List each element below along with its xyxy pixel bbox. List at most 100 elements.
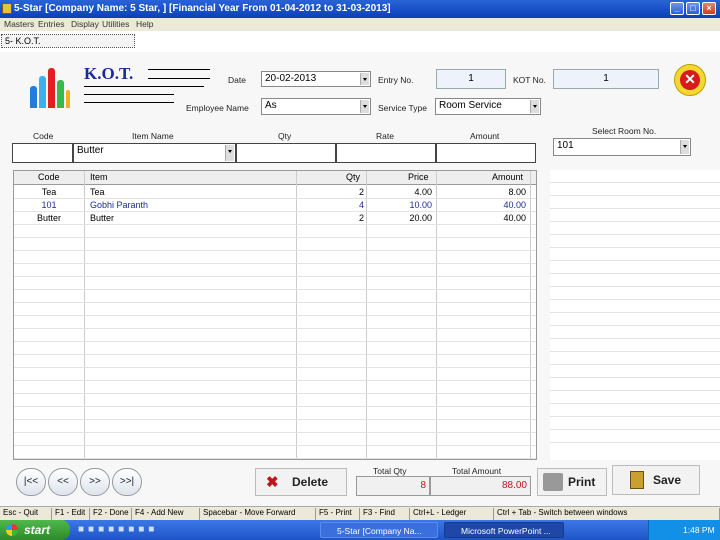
list-item[interactable] xyxy=(550,170,720,183)
clock: 1:48 PM xyxy=(683,525,715,535)
table-row[interactable] xyxy=(14,303,536,316)
list-item[interactable] xyxy=(550,339,720,352)
room-list-pane[interactable] xyxy=(550,170,720,460)
item-name-select[interactable]: Butter xyxy=(73,143,236,163)
list-item[interactable] xyxy=(550,430,720,443)
rate-input[interactable] xyxy=(336,143,436,163)
service-type-select[interactable]: Room Service xyxy=(435,98,541,115)
list-item[interactable] xyxy=(550,326,720,339)
code-input[interactable] xyxy=(12,143,73,163)
delete-button[interactable]: ✖ Delete xyxy=(255,468,347,496)
table-row[interactable] xyxy=(14,355,536,368)
table-row[interactable] xyxy=(14,225,536,238)
list-item[interactable] xyxy=(550,274,720,287)
list-item[interactable] xyxy=(550,313,720,326)
chevron-down-icon[interactable] xyxy=(225,145,234,161)
select-room-value: 101 xyxy=(557,140,574,151)
list-item[interactable] xyxy=(550,417,720,430)
table-row[interactable] xyxy=(14,238,536,251)
chevron-down-icon[interactable] xyxy=(360,73,369,85)
maximize-button[interactable]: □ xyxy=(686,2,700,15)
child-window-tab[interactable]: 5- K.O.T. xyxy=(1,34,135,48)
entry-header-rate: Rate xyxy=(376,131,394,141)
first-record-button[interactable]: |<< xyxy=(16,468,46,496)
grid-header-amount: Amount xyxy=(492,172,524,182)
chevron-down-icon[interactable] xyxy=(680,140,689,154)
table-row[interactable] xyxy=(14,264,536,277)
task-5star[interactable]: 5-Star [Company Na... xyxy=(320,522,438,538)
table-row[interactable] xyxy=(14,407,536,420)
table-row[interactable] xyxy=(14,394,536,407)
table-row[interactable] xyxy=(14,329,536,342)
grid-cell-code: Tea xyxy=(41,187,57,197)
date-label: Date xyxy=(228,75,246,85)
item-name-value: Butter xyxy=(77,145,104,156)
table-row[interactable] xyxy=(14,290,536,303)
list-item[interactable] xyxy=(550,352,720,365)
qty-input[interactable] xyxy=(236,143,336,163)
kot-no-field[interactable]: 1 xyxy=(553,69,659,89)
menu-display[interactable]: Display xyxy=(71,19,99,29)
list-item[interactable] xyxy=(550,222,720,235)
table-row[interactable]: 101 Gobhi Paranth 4 10.00 40.00 xyxy=(14,199,536,212)
grid-cell-qty: 4 xyxy=(358,200,364,210)
menu-help[interactable]: Help xyxy=(136,19,153,29)
quick-launch-icons[interactable]: ■■■■■■■■ xyxy=(78,524,158,536)
list-item[interactable] xyxy=(550,404,720,417)
list-item[interactable] xyxy=(550,196,720,209)
save-button[interactable]: Save xyxy=(612,465,700,495)
date-picker[interactable]: 20-02-2013 xyxy=(261,71,371,87)
list-item[interactable] xyxy=(550,235,720,248)
next-record-button[interactable]: >> xyxy=(80,468,110,496)
table-row[interactable]: Butter Butter 2 20.00 40.00 xyxy=(14,212,536,225)
entry-no-label: Entry No. xyxy=(378,75,414,85)
employee-name-label: Employee Name xyxy=(186,103,249,113)
menu-utilities[interactable]: Utilities xyxy=(102,19,129,29)
list-item[interactable] xyxy=(550,261,720,274)
amount-input[interactable] xyxy=(436,143,536,163)
total-amount-value: 88.00 xyxy=(430,476,531,496)
minimize-button[interactable]: _ xyxy=(670,2,684,15)
list-item[interactable] xyxy=(550,365,720,378)
table-row[interactable] xyxy=(14,316,536,329)
table-row[interactable] xyxy=(14,381,536,394)
list-item[interactable] xyxy=(550,209,720,222)
close-window-button[interactable]: × xyxy=(702,2,716,15)
table-row[interactable] xyxy=(14,368,536,381)
menu-masters[interactable]: Masters xyxy=(4,19,34,29)
grid-header: Code Item Qty Price Amount xyxy=(14,171,536,185)
chevron-down-icon[interactable] xyxy=(360,100,369,113)
list-item[interactable] xyxy=(550,248,720,261)
table-row[interactable]: Tea Tea 2 4.00 8.00 xyxy=(14,186,536,199)
list-item[interactable] xyxy=(550,183,720,196)
chevron-down-icon[interactable] xyxy=(530,100,539,113)
menu-entries[interactable]: Entries xyxy=(38,19,64,29)
print-button[interactable]: Print xyxy=(537,468,607,496)
start-button[interactable]: start xyxy=(0,520,70,540)
entry-no-field[interactable]: 1 xyxy=(436,69,506,89)
close-form-button[interactable]: ✕ xyxy=(674,64,706,96)
table-row[interactable] xyxy=(14,251,536,264)
select-room-label: Select Room No. xyxy=(592,126,657,136)
task-powerpoint[interactable]: Microsoft PowerPoint ... xyxy=(444,522,564,538)
print-button-label: Print xyxy=(568,475,596,489)
table-row[interactable] xyxy=(14,420,536,433)
last-record-button[interactable]: >>| xyxy=(112,468,142,496)
list-item[interactable] xyxy=(550,287,720,300)
list-item[interactable] xyxy=(550,378,720,391)
table-row[interactable] xyxy=(14,433,536,446)
employee-name-value: As xyxy=(265,100,277,111)
employee-name-select[interactable]: As xyxy=(261,98,371,115)
table-row[interactable] xyxy=(14,277,536,290)
status-shortcut: Spacebar - Move Forward xyxy=(200,508,316,520)
previous-record-button[interactable]: << xyxy=(48,468,78,496)
table-row[interactable] xyxy=(14,446,536,459)
app-icon xyxy=(2,3,12,14)
list-item[interactable] xyxy=(550,391,720,404)
table-row[interactable] xyxy=(14,342,536,355)
grid-header-item: Item xyxy=(90,172,108,182)
delete-button-label: Delete xyxy=(292,475,329,489)
select-room-dropdown[interactable]: 101 xyxy=(553,138,691,156)
list-item[interactable] xyxy=(550,300,720,313)
total-qty-label: Total Qty xyxy=(373,466,407,476)
